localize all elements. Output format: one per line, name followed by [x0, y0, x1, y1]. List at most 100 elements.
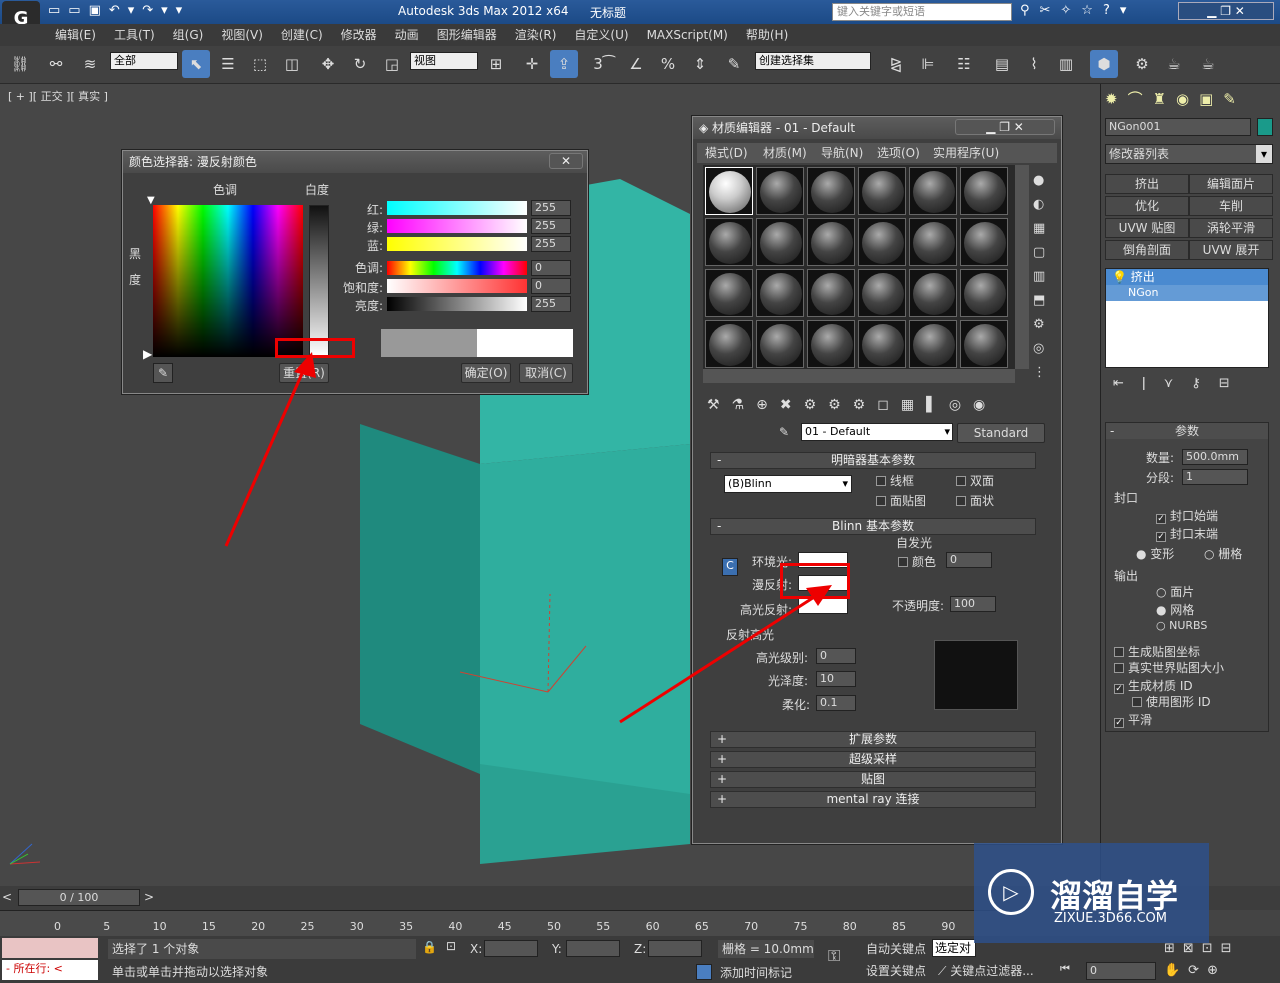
material-sample-slot[interactable] — [807, 167, 855, 215]
time-slider-next[interactable]: > — [144, 890, 158, 906]
viewport-nav-icons[interactable]: ⊞⊠⊡⊟ ✋⟳⊕ — [1164, 938, 1276, 982]
mod-uvw-map-button[interactable]: UVW 贴图 — [1105, 218, 1189, 238]
selection-filter-dropdown[interactable]: 全部 — [110, 52, 178, 70]
sample-slots[interactable] — [703, 165, 1015, 369]
use-shape-id-checkbox[interactable]: 使用图形 ID — [1132, 693, 1211, 710]
segments-spinner[interactable]: 1 — [1182, 469, 1248, 485]
key-filters-button[interactable]: ⟋ 关键点过滤器... — [938, 962, 1034, 980]
menu-create[interactable]: 创建(C) — [272, 24, 332, 46]
mat-menu-navigation[interactable]: 导航(N) — [821, 143, 863, 163]
scale-icon[interactable]: ◲ — [378, 50, 406, 78]
mat-menu-options[interactable]: 选项(O) — [877, 143, 920, 163]
green-spinner[interactable]: 255 — [531, 218, 571, 234]
value-spinner[interactable]: 255 — [531, 296, 571, 312]
edit-named-sel-icon[interactable]: ✎ — [720, 50, 748, 78]
menu-graph-editors[interactable]: 图形编辑器 — [428, 24, 506, 46]
params-title[interactable]: - 参数 — [1106, 423, 1268, 439]
material-sample-slot[interactable] — [705, 218, 753, 266]
mat-menu-material[interactable]: 材质(M) — [763, 143, 807, 163]
menu-help[interactable]: 帮助(H) — [737, 24, 797, 46]
time-ruler[interactable]: 0 5 10 15 20 25 30 35 40 45 50 55 60 65 70 75 80 85 90 — [0, 910, 1000, 936]
grid-radio[interactable]: ○ 栅格 — [1204, 545, 1242, 562]
search-input[interactable]: 键入关键字或短语 — [832, 3, 1012, 21]
material-sample-slot[interactable] — [705, 269, 753, 317]
menu-tools[interactable]: 工具(T) — [105, 24, 164, 46]
x-field[interactable] — [484, 940, 538, 957]
menu-animation[interactable]: 动画 — [386, 24, 428, 46]
percent-snap-icon[interactable]: % — [654, 50, 682, 78]
add-time-tag-icon[interactable] — [696, 964, 712, 980]
blue-slider[interactable] — [387, 237, 527, 251]
material-name-field[interactable]: 01 - Default ▾ — [801, 423, 953, 441]
menu-modifiers[interactable]: 修改器 — [332, 24, 386, 46]
material-sample-slot[interactable] — [807, 269, 855, 317]
y-field[interactable] — [566, 940, 620, 957]
material-editor-icon[interactable]: ⬢ — [1090, 50, 1118, 78]
add-time-tag[interactable]: 添加时间标记 — [720, 964, 792, 982]
help-icons[interactable]: ⚲✂✧☆?▾ — [1020, 3, 1136, 18]
lock-selection-icon[interactable]: 🔒 — [422, 940, 437, 954]
named-selection-dropdown[interactable]: 创建选择集 — [755, 52, 871, 70]
material-sample-slot[interactable] — [909, 218, 957, 266]
rollout-supersampling[interactable]: + 超级采样 — [710, 751, 1036, 768]
two-sided-checkbox[interactable]: 双面 — [956, 472, 994, 489]
rollout-mental-ray[interactable]: + mental ray 连接 — [710, 791, 1036, 808]
curve-editor-icon[interactable]: ⌇ — [1020, 50, 1048, 78]
reset-button[interactable]: 重置(R) — [279, 363, 329, 383]
material-sample-slot[interactable] — [756, 269, 804, 317]
patch-radio[interactable]: ○ 面片 — [1156, 583, 1194, 600]
mesh-radio[interactable]: ● 网格 — [1156, 601, 1194, 618]
quick-access-icons[interactable]: ▭▭▣↶▾↷▾▾ — [48, 3, 190, 18]
mod-edit-patch-button[interactable]: 编辑面片 — [1189, 174, 1273, 194]
real-world-checkbox[interactable]: 真实世界贴图大小 — [1114, 659, 1224, 676]
mod-extrude-button[interactable]: 挤出 — [1105, 174, 1189, 194]
saturation-spinner[interactable]: 0 — [531, 278, 571, 294]
material-type-button[interactable]: Standard — [957, 423, 1045, 443]
mat-window-controls[interactable]: ▁ ❐ ✕ — [955, 119, 1055, 135]
material-sample-slot[interactable] — [909, 269, 957, 317]
ref-coord-dropdown[interactable]: 视图 — [410, 52, 478, 70]
material-sample-slot[interactable] — [858, 320, 906, 368]
current-frame-field[interactable]: 0 — [1086, 962, 1156, 980]
menu-customize[interactable]: 自定义(U) — [565, 24, 637, 46]
whiteness-bar[interactable] — [309, 205, 329, 357]
keyboard-shortcut-icon[interactable]: ⇪ — [550, 50, 578, 78]
select-object-icon[interactable]: ⬉ — [182, 50, 210, 78]
cap-end-checkbox[interactable]: ✓ 封口末端 — [1156, 525, 1218, 542]
select-manipulate-icon[interactable]: ✛ — [518, 50, 546, 78]
mod-unwrap-uvw-button[interactable]: UVW 展开 — [1189, 240, 1273, 260]
self-illum-color-checkbox[interactable]: 颜色 — [898, 553, 936, 570]
playback-icons[interactable]: ⏮ — [1060, 962, 1070, 976]
blue-spinner[interactable]: 255 — [531, 236, 571, 252]
maxscript-listener[interactable] — [2, 938, 98, 958]
saturation-slider[interactable] — [387, 279, 527, 293]
self-illum-spinner[interactable]: 0 — [946, 552, 992, 568]
material-sample-slot[interactable] — [960, 218, 1008, 266]
render-setup-icon[interactable]: ⚙ — [1128, 50, 1156, 78]
auto-key-button[interactable]: 自动关键点 — [866, 940, 926, 958]
menu-rendering[interactable]: 渲染(R) — [506, 24, 566, 46]
mod-optimize-button[interactable]: 优化 — [1105, 196, 1189, 216]
stack-item-ngon[interactable]: NGon — [1106, 285, 1268, 301]
material-sample-slot[interactable] — [756, 218, 804, 266]
render-icon[interactable]: ☕ — [1194, 50, 1222, 78]
red-slider[interactable] — [387, 201, 527, 215]
material-sample-slot[interactable] — [807, 218, 855, 266]
stack-item-extrude[interactable]: 💡 挤出 — [1106, 269, 1268, 285]
face-map-checkbox[interactable]: 面贴图 — [876, 492, 926, 509]
ok-button[interactable]: 确定(O) — [461, 363, 511, 383]
sample-scrollbar[interactable] — [1015, 165, 1029, 369]
mod-lathe-button[interactable]: 车削 — [1189, 196, 1273, 216]
horizontal-scrollbar[interactable] — [703, 369, 1015, 383]
z-field[interactable] — [648, 940, 702, 957]
material-sample-slot[interactable] — [909, 167, 957, 215]
red-spinner[interactable]: 255 — [531, 200, 571, 216]
side-tools[interactable]: ● ◐ ▦ ▢ ▥ ⬒ ⚙ ◎ ⋮ — [1033, 169, 1053, 385]
abs-mode-icon[interactable]: ⊡ — [446, 939, 456, 953]
material-sample-slot[interactable] — [858, 218, 906, 266]
command-tabs[interactable]: ✹⌒♜◉▣✎ — [1105, 88, 1277, 112]
bind-space-warp-icon[interactable]: ≋ — [76, 50, 104, 78]
soften-spinner[interactable]: 0.1 — [816, 695, 856, 711]
smooth-checkbox[interactable]: ✓ 平滑 — [1114, 711, 1152, 728]
maxscript-line[interactable]: - 所在行: < — [2, 960, 98, 980]
